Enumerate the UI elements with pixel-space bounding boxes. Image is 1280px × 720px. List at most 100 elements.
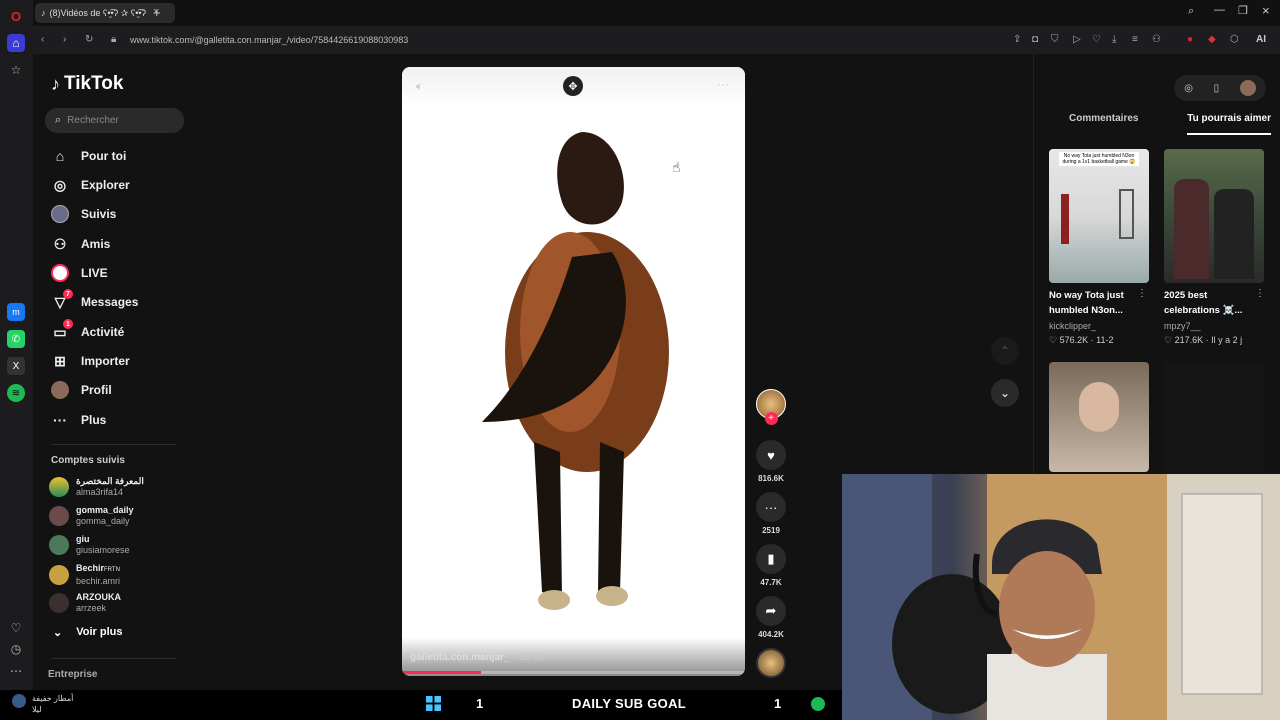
history-icon[interactable]: ◷ xyxy=(7,640,25,658)
shield-icon[interactable]: ⛉ xyxy=(1051,34,1059,45)
video-thumbnail[interactable] xyxy=(1049,362,1149,472)
nav-profil[interactable]: Profil xyxy=(51,380,112,400)
followed-title: Comptes suivis xyxy=(51,455,125,466)
opera-logo-icon[interactable]: O xyxy=(7,7,25,25)
followed-account[interactable]: BechirFRTN bechir.amri xyxy=(49,563,120,587)
close-window-icon[interactable]: × xyxy=(1262,3,1270,18)
spotify-tray-icon[interactable] xyxy=(811,697,825,711)
weather-subtitle: ليلا xyxy=(32,705,42,714)
avatar xyxy=(49,477,69,497)
company-link[interactable]: Entreprise xyxy=(48,669,97,680)
star-icon[interactable]: ☆ xyxy=(7,61,25,79)
spotify-icon[interactable]: ≋ xyxy=(7,384,25,402)
card-more-icon[interactable]: ⋮ xyxy=(1137,288,1147,299)
more-icon: ··· xyxy=(53,412,67,428)
reload-icon[interactable]: ↻ xyxy=(85,34,93,45)
horse-image xyxy=(482,132,669,610)
comment-count: 2519 xyxy=(762,526,780,535)
comment-button[interactable]: ··· 2519 xyxy=(756,492,786,535)
more-options-icon[interactable]: ··· xyxy=(717,77,729,91)
extension-icon[interactable]: ⬡ xyxy=(1230,34,1239,45)
search-input[interactable]: ⌕ Rechercher xyxy=(45,108,184,133)
nav-activite[interactable]: ▭ 1 Activité xyxy=(51,319,124,342)
avatar xyxy=(49,565,69,585)
whatsapp-icon[interactable]: ✆ xyxy=(7,330,25,348)
card-author[interactable]: kickclipper_ xyxy=(1049,321,1096,331)
new-tab-button[interactable]: + xyxy=(153,5,161,20)
expand-icon[interactable]: ✥ xyxy=(563,76,583,96)
more-icon[interactable]: ⋯ xyxy=(7,662,25,680)
account-icon[interactable]: ⚇ xyxy=(1152,34,1161,45)
url-field[interactable]: www.tiktok.com/@galletita.con.manjar_/vi… xyxy=(130,35,408,45)
sound-disc-button[interactable] xyxy=(756,648,786,678)
author-avatar-button[interactable]: + xyxy=(756,389,786,425)
nav-live[interactable]: LIVE xyxy=(51,263,108,283)
play-icon[interactable]: ▷ xyxy=(1073,34,1081,45)
search-placeholder: Rechercher xyxy=(67,115,119,126)
nav-pour-toi[interactable]: ⌂ Pour toi xyxy=(51,146,127,166)
x-icon[interactable]: X xyxy=(7,357,25,375)
nav-label: LIVE xyxy=(81,266,108,280)
restore-icon[interactable]: ❐ xyxy=(1238,4,1248,17)
nav-importer[interactable]: ⊞ Importer xyxy=(51,351,130,371)
compass-icon[interactable]: ◎ xyxy=(1184,83,1193,94)
tab-tu-pourrais-aimer[interactable]: Tu pourrais aimer xyxy=(1187,113,1271,135)
followed-account[interactable]: giu giusiamorese xyxy=(49,534,130,556)
tab-title: (8)Vidéos de ʕ•̫͡•ʔ ✰ ʕ•̫͡•ʔ xyxy=(49,7,147,18)
profile-avatar-icon[interactable] xyxy=(1239,80,1256,96)
card-more-icon[interactable]: ⋮ xyxy=(1255,288,1265,299)
home-icon: ⌂ xyxy=(55,148,65,164)
card-caption[interactable]: 2025 best celebrations ☠️... xyxy=(1164,288,1264,318)
video-player[interactable]: 🔈︎ ✥ ··· ☝︎ galletita.con.manjar_ · 12-1… xyxy=(402,67,745,676)
back-icon[interactable]: ‹ xyxy=(41,34,44,45)
nav-messages[interactable]: ▽ 7 Messages xyxy=(51,289,138,312)
card-date: 11-2 xyxy=(1096,335,1114,345)
weather-widget[interactable]: أمطار خفيفة ليلا xyxy=(32,693,73,715)
camera-icon[interactable]: ◘ xyxy=(1032,34,1038,45)
account-handle: gomma_daily xyxy=(76,516,130,526)
account-name: giu xyxy=(76,534,90,544)
menu-icon[interactable]: ≡ xyxy=(1132,34,1138,45)
previous-video-button[interactable]: ⌃ xyxy=(991,337,1019,365)
followed-account[interactable]: ARZOUKA arrzeek xyxy=(49,592,121,614)
video-author[interactable]: galletita.con.manjar_ xyxy=(410,652,509,663)
like-button[interactable]: ♥ 816.6K xyxy=(756,440,786,483)
share-button[interactable]: ➦ 404.2K xyxy=(756,596,786,639)
extension-icon[interactable]: ● xyxy=(1187,34,1193,45)
minimize-icon[interactable]: — xyxy=(1214,4,1225,16)
video-thumbnail[interactable] xyxy=(1164,149,1264,283)
nav-label: Plus xyxy=(81,413,107,427)
followed-account[interactable]: المعرفة المختصرة alma3rifa14 xyxy=(49,476,144,498)
opera-sidebar: O ⌂ ☆ m ✆ X ≋ ♡ ◷ ⋯ xyxy=(0,0,33,690)
forward-icon[interactable]: › xyxy=(63,34,66,45)
share-icon[interactable]: ⇪ xyxy=(1013,34,1021,45)
nav-suivis[interactable]: Suivis xyxy=(51,204,116,224)
video-thumbnail[interactable] xyxy=(1164,362,1264,472)
messenger-icon[interactable]: m xyxy=(7,303,25,321)
nav-amis[interactable]: ⚇ Amis xyxy=(51,234,111,254)
tab-commentaires[interactable]: Commentaires xyxy=(1069,113,1138,135)
tiktok-icon: ♪ xyxy=(41,8,46,18)
phone-icon[interactable]: ▯ xyxy=(1214,83,1220,94)
download-icon[interactable]: ⤓ xyxy=(1112,34,1116,45)
card-author[interactable]: mpzy7__ xyxy=(1164,321,1201,331)
windows-start-icon[interactable] xyxy=(426,696,441,711)
nav-explorer[interactable]: ◎ Explorer xyxy=(51,175,130,195)
heart-icon[interactable]: ♡ xyxy=(7,619,25,637)
search-icon[interactable]: ⌕ xyxy=(1188,5,1194,18)
ai-button[interactable]: AI xyxy=(1256,34,1266,45)
next-video-button[interactable]: ⌄ xyxy=(991,379,1019,407)
follow-plus-icon[interactable]: + xyxy=(764,412,778,425)
save-button[interactable]: ▮ 47.7K xyxy=(756,544,786,587)
nav-plus[interactable]: ··· Plus xyxy=(51,410,106,430)
card-caption[interactable]: No way Tota just humbled N3on... xyxy=(1049,288,1149,318)
volume-icon[interactable]: 🔈︎ xyxy=(416,79,423,94)
lock-icon: 🔒︎ xyxy=(111,34,117,45)
heart-icon[interactable]: ♡ xyxy=(1092,34,1101,45)
see-more-button[interactable]: ⌄ Voir plus xyxy=(53,626,122,639)
home-icon[interactable]: ⌂ xyxy=(7,34,25,52)
tiktok-logo[interactable]: ♪ TikTok xyxy=(51,73,123,95)
extension-icon[interactable]: ◆ xyxy=(1208,34,1216,45)
followed-account[interactable]: gomma_daily gomma_daily xyxy=(49,505,134,527)
video-thumbnail[interactable]: No way Tota just humbled N3on during a 1… xyxy=(1049,149,1149,283)
